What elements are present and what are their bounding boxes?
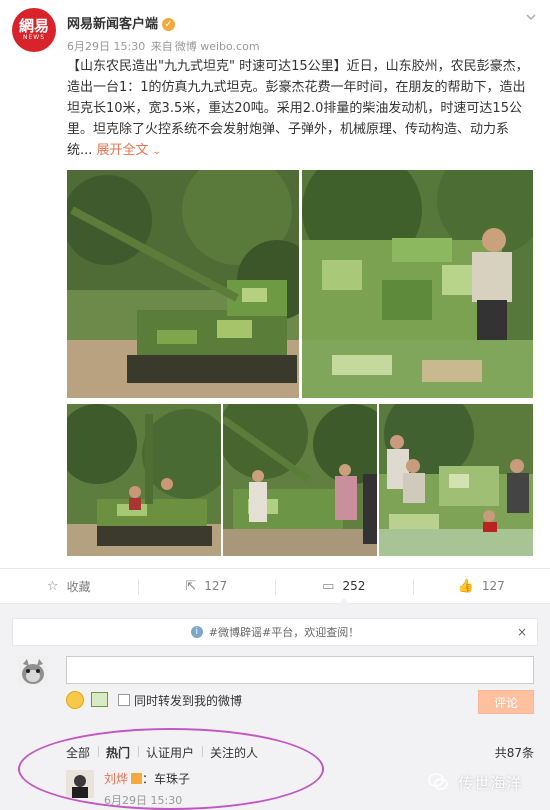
post-line-last: 统... 展开全文 ⌄	[67, 140, 535, 162]
comment-total: 共87条	[494, 746, 534, 760]
post-line-prefix: 统...	[67, 143, 93, 158]
logo-text: 網易	[18, 17, 49, 35]
thumbs-up-icon: 👍	[457, 578, 474, 594]
repost-button[interactable]: ⇱ 127	[137, 569, 276, 603]
post-line: 里。坦克除了火控系统不会发射炮弹、子弹外，机械原理、传动构造、动力系	[67, 122, 510, 137]
rumor-notice-banner: i #微博辟谣#平台，欢迎查阅！ ×	[12, 618, 538, 646]
tank-photo-1[interactable]	[67, 170, 299, 398]
from-label: 来自	[150, 40, 173, 53]
author-name-text[interactable]: 网易新闻客户端	[67, 17, 158, 32]
author-name[interactable]: 网易新闻客户端 ✓	[67, 13, 176, 32]
like-button[interactable]: 👍 127	[412, 569, 550, 603]
tank-photo-2[interactable]	[302, 170, 533, 398]
watermark: 传世海洋	[428, 770, 522, 794]
favorite-label: 收藏	[66, 579, 91, 594]
submit-comment-button[interactable]: 评论	[478, 690, 534, 714]
watermark-text: 传世海洋	[458, 774, 523, 793]
post-source[interactable]: 微博 weibo.com	[175, 40, 260, 53]
comment-icon: ▭	[322, 578, 335, 594]
comment-button[interactable]: ▭ 252	[275, 569, 413, 604]
verified-icon: ✓	[162, 18, 176, 31]
post-actions-bar: ☆ 收藏 ⇱ 127 ▭ 252 👍 127	[0, 568, 550, 604]
wechat-icon	[428, 773, 448, 790]
info-icon: i	[190, 626, 203, 638]
repost-count: 127	[204, 579, 228, 593]
expand-full-text-link[interactable]: 展开全文	[97, 143, 149, 158]
weibo-post: 網易 NEWS 网易新闻客户端 ✓ 6月29日 15:30 来自 微博 weibo.…	[0, 0, 550, 565]
current-user-avatar[interactable]	[18, 656, 48, 686]
post-line: 造出一台1：1的仿真九九式坦克。彭豪杰花费一年时间，在朋友的帮助下，造出	[67, 80, 526, 95]
chevron-down-icon[interactable]: ⌄	[153, 146, 161, 157]
tank-photo-3[interactable]	[67, 404, 221, 556]
post-line: 【山东农民造出"九九式坦克" 时速可达15公里】近日，山东胶州，农民彭豪杰，	[67, 59, 529, 74]
annotation-highlight-oval	[18, 728, 324, 810]
tank-photo-4[interactable]	[223, 404, 377, 556]
close-icon[interactable]: ×	[517, 625, 527, 639]
comment-input[interactable]	[66, 656, 534, 684]
image-upload-icon[interactable]	[91, 692, 108, 707]
notice-text[interactable]: #微博辟谣#平台，欢迎查阅！	[209, 624, 359, 640]
repost-checkbox-label[interactable]: 同时转发到我的微博	[134, 692, 242, 709]
favorite-button[interactable]: ☆ 收藏	[0, 569, 138, 603]
post-text: 【山东农民造出"九九式坦克" 时速可达15公里】近日，山东胶州，农民彭豪杰， 造…	[67, 56, 535, 162]
star-icon: ☆	[46, 578, 59, 594]
post-line: 坦克长10米，宽3.5米，重达20吨。采用2.0排量的柴油发动机，时速可达15公	[67, 101, 522, 116]
repost-checkbox[interactable]	[118, 694, 130, 706]
like-count: 127	[481, 579, 505, 593]
chevron-down-icon[interactable]	[524, 10, 538, 24]
repost-icon: ⇱	[185, 578, 197, 594]
netease-news-logo[interactable]: 網易 NEWS	[12, 8, 56, 52]
comment-count: 252	[342, 579, 366, 593]
post-date[interactable]: 6月29日 15:30	[67, 40, 145, 53]
emoji-icon[interactable]	[66, 691, 84, 709]
tank-photo-5[interactable]	[379, 404, 533, 556]
logo-subtext: NEWS	[22, 34, 46, 41]
post-meta: 6月29日 15:30 来自 微博 weibo.com	[67, 38, 260, 54]
